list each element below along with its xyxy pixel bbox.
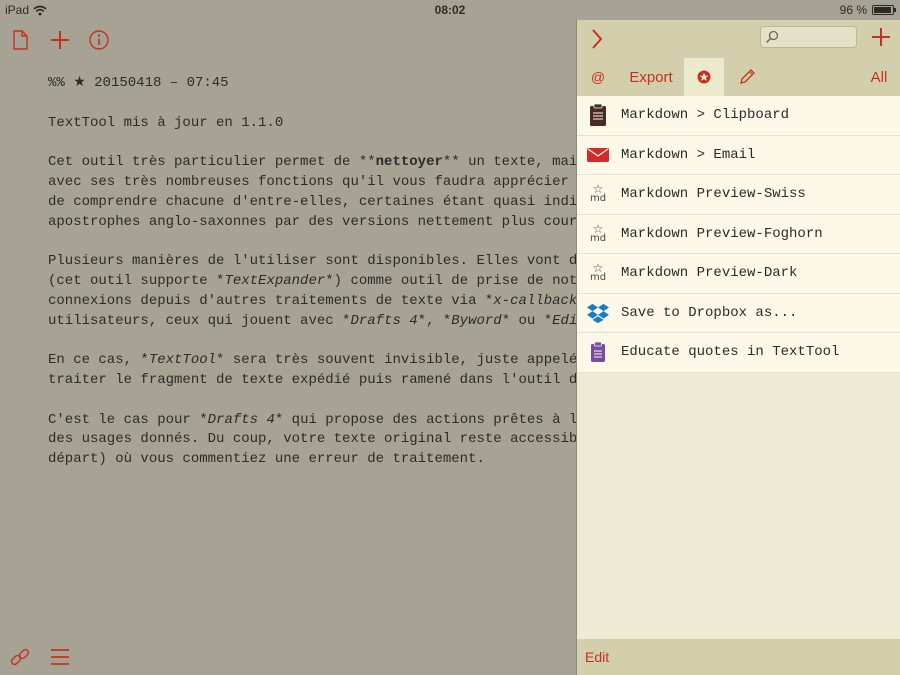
clock: 08:02 (434, 3, 466, 17)
menu-icon[interactable] (50, 647, 70, 667)
md-text: md (589, 193, 607, 204)
italic-text: Byword (451, 312, 502, 329)
md-star: ☆ (592, 221, 604, 236)
text-span: *) comme outil de prise de notes e (325, 272, 576, 289)
text-line: de comprendre chacune d'entre-elles, cer… (48, 193, 576, 210)
italic-text: TextTool (148, 352, 217, 369)
text-line: (cet outil supporte *TextExpander*) comm… (48, 272, 576, 292)
editor-bottom-bar (0, 639, 576, 675)
text-line: connexions depuis d'autres traitements d… (48, 292, 576, 312)
text-line: TextTool mis à jour en 1.1.0 (48, 114, 284, 131)
dropbox-icon (587, 301, 609, 325)
text-line: En ce cas, *TextTool* sera très souvent … (48, 351, 576, 371)
status-bar: iPad 08:02 96 % (0, 0, 900, 20)
star-badge-icon (697, 70, 711, 84)
search-input[interactable] (760, 26, 857, 48)
action-label: Markdown Preview-Dark (621, 265, 798, 281)
document-text[interactable]: %% ★ 20150418 – 07:45 TextTool mis à jou… (48, 74, 576, 470)
action-row[interactable]: Educate quotes in TextTool (577, 333, 900, 373)
chevron-right-icon[interactable] (589, 27, 605, 51)
action-label: Markdown Preview-Swiss (621, 186, 806, 202)
bold-text: nettoyer (375, 154, 443, 171)
action-label: Markdown > Clipboard (621, 107, 790, 123)
tab-at[interactable]: @ (583, 58, 613, 96)
italic-text: TextExpander (224, 272, 326, 289)
text-span: ** un texte, mais éga (442, 154, 576, 171)
italic-text: Drafts 4 (350, 312, 418, 329)
md-text: md (589, 272, 607, 283)
italic-text: x-callback-url (493, 292, 576, 309)
text-line: Cet outil très particulier permet de **n… (48, 153, 576, 173)
battery-fill (874, 7, 892, 13)
text-span: Cet outil très particulier permet de ** (48, 154, 376, 171)
action-row[interactable]: ☆ md Markdown Preview-Swiss (577, 175, 900, 215)
info-icon[interactable] (87, 28, 111, 52)
text-line: %% ★ 20150418 – 07:45 (48, 75, 229, 91)
tab-bar: @ Export All (577, 58, 900, 96)
plus-icon[interactable] (870, 26, 892, 48)
italic-text: Editori (552, 312, 576, 329)
panel-top-bar (577, 20, 900, 58)
action-row[interactable]: Markdown > Clipboard (577, 96, 900, 136)
editor: %% ★ 20150418 – 07:45 TextTool mis à jou… (0, 20, 576, 675)
text-span: * sera très souvent invisible, juste app… (216, 352, 576, 369)
pencil-icon (740, 69, 755, 84)
action-label: Markdown > Email (621, 146, 756, 163)
text-span: (cet outil supporte * (48, 272, 225, 289)
md-star-icon: ☆ md (587, 222, 609, 246)
edit-button[interactable]: Edit (585, 649, 609, 665)
text-span: * ou * (501, 312, 553, 329)
clipboard-icon (587, 103, 609, 127)
battery-percent: 96 % (839, 3, 867, 17)
envelope-icon (587, 143, 609, 167)
md-star-icon: ☆ md (587, 261, 609, 285)
editor-toolbar (0, 20, 576, 60)
text-span: *, * (417, 312, 452, 329)
purple-clipboard-icon (587, 340, 609, 364)
action-label: Markdown Preview-Foghorn (621, 225, 823, 242)
status-right: 96 % (839, 3, 896, 17)
text-span: utilisateurs, ceux qui jouent avec * (48, 312, 351, 329)
text-span: En ce cas, * (48, 352, 149, 369)
tab-all[interactable]: All (862, 58, 896, 96)
tab-export[interactable]: Export (623, 58, 679, 96)
link-icon[interactable] (8, 645, 32, 669)
text-span: * qui propose des actions prêtes à l'emp… (274, 411, 576, 428)
text-span: C'est le cas pour * (48, 411, 208, 428)
action-row[interactable]: Save to Dropbox as... (577, 293, 900, 333)
tab-edit-actions[interactable] (732, 58, 762, 96)
text-line: traiter le fragment de texte expédié pui… (48, 371, 576, 388)
action-row[interactable]: ☆ md Markdown Preview-Dark (577, 254, 900, 294)
action-row[interactable]: ☆ md Markdown Preview-Foghorn (577, 214, 900, 254)
text-line: Plusieurs manières de l'utiliser sont di… (48, 253, 576, 270)
actions-panel: @ Export All Markdown > Clipboard Markdo… (576, 20, 900, 675)
action-label: Educate quotes in TextTool (621, 344, 840, 360)
action-row[interactable]: Markdown > Email (577, 135, 900, 175)
text-line: départ) où vous commentiez une erreur de… (48, 451, 485, 468)
action-label: Save to Dropbox as... (621, 304, 798, 321)
md-text: md (589, 232, 607, 244)
panel-bottom-bar: Edit (577, 639, 900, 675)
text-line: utilisateurs, ceux qui jouent avec *Draf… (48, 312, 576, 332)
battery-icon (872, 5, 896, 15)
md-star-icon: ☆ md (587, 182, 609, 206)
italic-text: Drafts 4 (207, 411, 275, 428)
action-list: Markdown > Clipboard Markdown > Email ☆ m… (577, 96, 900, 373)
document-icon[interactable] (8, 28, 32, 52)
text-span: connexions depuis d'autres traitements d… (48, 292, 494, 309)
text-line: apostrophes anglo-saxonnes par des versi… (48, 213, 576, 230)
search-icon (765, 30, 779, 44)
text-line: avec ses très nombreuses fonctions qu'il… (48, 173, 576, 190)
text-line: C'est le cas pour *Drafts 4* qui propose… (48, 411, 576, 431)
plus-icon[interactable] (48, 28, 72, 52)
tab-favorites[interactable] (684, 58, 724, 96)
text-line: des usages donnés. Du coup, votre texte … (48, 431, 576, 448)
